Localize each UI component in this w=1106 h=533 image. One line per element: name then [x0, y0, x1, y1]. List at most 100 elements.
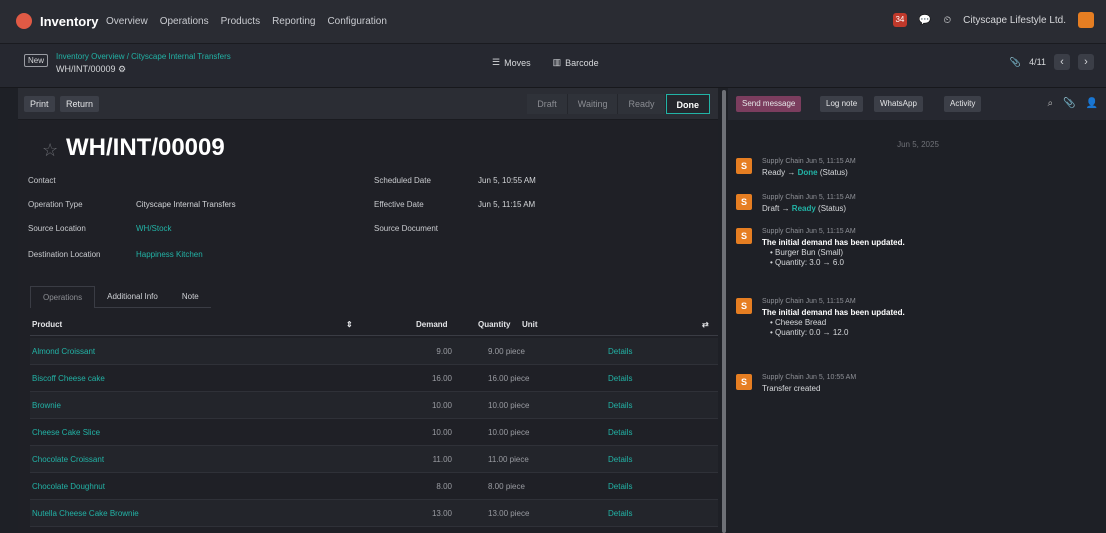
- effective-date-label: Effective Date: [374, 200, 424, 209]
- table-row[interactable]: Almond Croissant 9.00 9.00 piece Details: [30, 338, 718, 365]
- table-row[interactable]: Chocolate Doughnut 8.00 8.00 piece Detai…: [30, 473, 718, 500]
- message-time: Jun 5, 10:55 AM: [805, 374, 857, 381]
- paperclip-icon[interactable]: 📎: [1063, 98, 1075, 109]
- avatar[interactable]: S: [736, 374, 752, 390]
- message-author: Supply Chain: [762, 194, 804, 201]
- chatter-message: S Supply Chain Jun 5, 11:15 AM The initi…: [736, 298, 1096, 348]
- pager-prev-button[interactable]: ‹: [1054, 54, 1070, 70]
- cell-quantity-value: 10.00: [488, 428, 509, 437]
- main-menu: Overview Operations Products Reporting C…: [106, 16, 387, 27]
- barcode-label: Barcode: [565, 57, 599, 68]
- details-button[interactable]: Details: [608, 509, 632, 518]
- menu-configuration[interactable]: Configuration: [327, 16, 386, 27]
- clock-icon[interactable]: ⏲: [943, 15, 951, 26]
- effective-date-field[interactable]: Jun 5, 11:15 AM: [478, 200, 535, 209]
- chatter-message: S Supply Chain Jun 5, 11:15 AM Draft → R…: [736, 194, 1096, 214]
- table-row[interactable]: Chocolate Croissant 11.00 11.00 piece De…: [30, 446, 718, 473]
- cell-product[interactable]: Nutella Cheese Cake Brownie: [32, 509, 139, 518]
- cell-product[interactable]: Cheese Cake Slice: [32, 428, 100, 437]
- details-button[interactable]: Details: [608, 347, 632, 356]
- cell-product[interactable]: Chocolate Croissant: [32, 455, 104, 464]
- menu-operations[interactable]: Operations: [160, 16, 209, 27]
- change-list: Burger Bun (Small) Quantity: 3.0 → 6.0: [762, 248, 905, 267]
- col-unit[interactable]: Unit: [522, 320, 538, 329]
- tab-note[interactable]: Note: [169, 286, 211, 308]
- form-view: Print Return Draft Waiting Ready Done ☆ …: [18, 88, 718, 533]
- table-row[interactable]: Cheese Cake Slice 10.00 10.00 piece Deta…: [30, 419, 718, 446]
- send-message-button[interactable]: Send message: [736, 96, 802, 112]
- menu-products[interactable]: Products: [221, 16, 260, 27]
- chatter-panel: Send message Log note WhatsApp Activity …: [728, 88, 1106, 533]
- message-body: The initial demand has been updated. Che…: [762, 308, 905, 337]
- moves-button[interactable]: ☰ Moves: [492, 57, 531, 68]
- scheduled-date-label: Scheduled Date: [374, 176, 431, 185]
- contact-label: Contact: [28, 176, 56, 185]
- cell-quantity: 10.00 piece: [488, 401, 529, 410]
- tab-additional-info[interactable]: Additional Info: [95, 286, 170, 308]
- status-waiting[interactable]: Waiting: [567, 94, 619, 114]
- cell-product[interactable]: Brownie: [32, 401, 61, 410]
- col-product[interactable]: Product: [32, 320, 62, 329]
- avatar[interactable]: S: [736, 298, 752, 314]
- new-button[interactable]: New: [24, 54, 48, 67]
- table-row[interactable]: Nutella Cheese Cake Brownie 13.00 13.00 …: [30, 500, 718, 527]
- menu-overview[interactable]: Overview: [106, 16, 148, 27]
- status-done[interactable]: Done: [665, 94, 710, 114]
- avatar[interactable]: S: [736, 228, 752, 244]
- message-time: Jun 5, 11:15 AM: [805, 194, 856, 201]
- scheduled-date-field[interactable]: Jun 5, 10:55 AM: [478, 176, 536, 185]
- gear-icon[interactable]: ⚙: [118, 64, 126, 74]
- source-location-label: Source Location: [28, 224, 86, 233]
- table-row[interactable]: Brownie 10.00 10.00 piece Details: [30, 392, 718, 419]
- attachment-icon[interactable]: 📎: [1010, 57, 1021, 68]
- col-demand[interactable]: Demand: [416, 320, 448, 329]
- tracking-field: (Status): [819, 168, 848, 177]
- pager-value[interactable]: 4/11: [1029, 57, 1046, 67]
- avatar[interactable]: S: [736, 158, 752, 174]
- message-text: The initial demand has been updated.: [762, 308, 905, 317]
- user-avatar[interactable]: [1078, 12, 1094, 28]
- star-icon[interactable]: ☆: [42, 140, 62, 160]
- message-time: Jun 5, 11:15 AM: [805, 298, 856, 305]
- message-meta: Supply Chain Jun 5, 11:15 AM: [762, 194, 856, 201]
- destination-location-field[interactable]: Happiness Kitchen: [136, 250, 203, 259]
- breadcrumb[interactable]: Inventory Overview / Cityscape Internal …: [56, 52, 231, 61]
- tab-operations[interactable]: Operations: [30, 286, 96, 308]
- col-quantity[interactable]: Quantity: [478, 320, 510, 329]
- details-button[interactable]: Details: [608, 482, 632, 491]
- notification-badge[interactable]: 34: [892, 13, 907, 27]
- activity-button[interactable]: Activity: [944, 96, 982, 112]
- panel-resize-handle[interactable]: [722, 90, 726, 533]
- chat-icon[interactable]: 💬: [919, 15, 931, 26]
- smart-buttons: ☰ Moves ▥ Barcode: [492, 57, 599, 68]
- status-ready[interactable]: Ready: [618, 94, 666, 114]
- details-button[interactable]: Details: [608, 374, 632, 383]
- cell-product[interactable]: Almond Croissant: [32, 347, 95, 356]
- pager-next-button[interactable]: ›: [1078, 54, 1094, 70]
- search-icon[interactable]: ⌕: [1047, 98, 1053, 109]
- details-button[interactable]: Details: [608, 455, 632, 464]
- inventory-app-icon[interactable]: [16, 13, 32, 29]
- log-note-button[interactable]: Log note: [820, 96, 864, 112]
- print-button[interactable]: Print: [24, 96, 55, 112]
- sort-icon[interactable]: ⇕: [346, 320, 353, 329]
- app-name[interactable]: Inventory: [40, 14, 99, 29]
- barcode-button[interactable]: ▥ Barcode: [553, 57, 599, 68]
- details-button[interactable]: Details: [608, 401, 632, 410]
- company-name[interactable]: Cityscape Lifestyle Ltd.: [963, 15, 1066, 26]
- followers-icon[interactable]: 👤: [1086, 98, 1098, 109]
- status-draft[interactable]: Draft: [527, 94, 568, 114]
- menu-reporting[interactable]: Reporting: [272, 16, 315, 27]
- cell-demand: 10.00: [431, 428, 452, 437]
- return-button[interactable]: Return: [60, 96, 100, 112]
- source-location-field[interactable]: WH/Stock: [136, 224, 172, 233]
- cell-product[interactable]: Biscoff Cheese cake: [32, 374, 105, 383]
- cell-demand: 11.00: [432, 455, 452, 464]
- column-settings-icon[interactable]: ⇄: [702, 320, 709, 329]
- operation-type-field[interactable]: Cityscape Internal Transfers: [136, 200, 236, 209]
- whatsapp-button[interactable]: WhatsApp: [874, 96, 923, 112]
- table-row[interactable]: Biscoff Cheese cake 16.00 16.00 piece De…: [30, 365, 718, 392]
- cell-product[interactable]: Chocolate Doughnut: [32, 482, 105, 491]
- avatar[interactable]: S: [736, 194, 752, 210]
- details-button[interactable]: Details: [608, 428, 632, 437]
